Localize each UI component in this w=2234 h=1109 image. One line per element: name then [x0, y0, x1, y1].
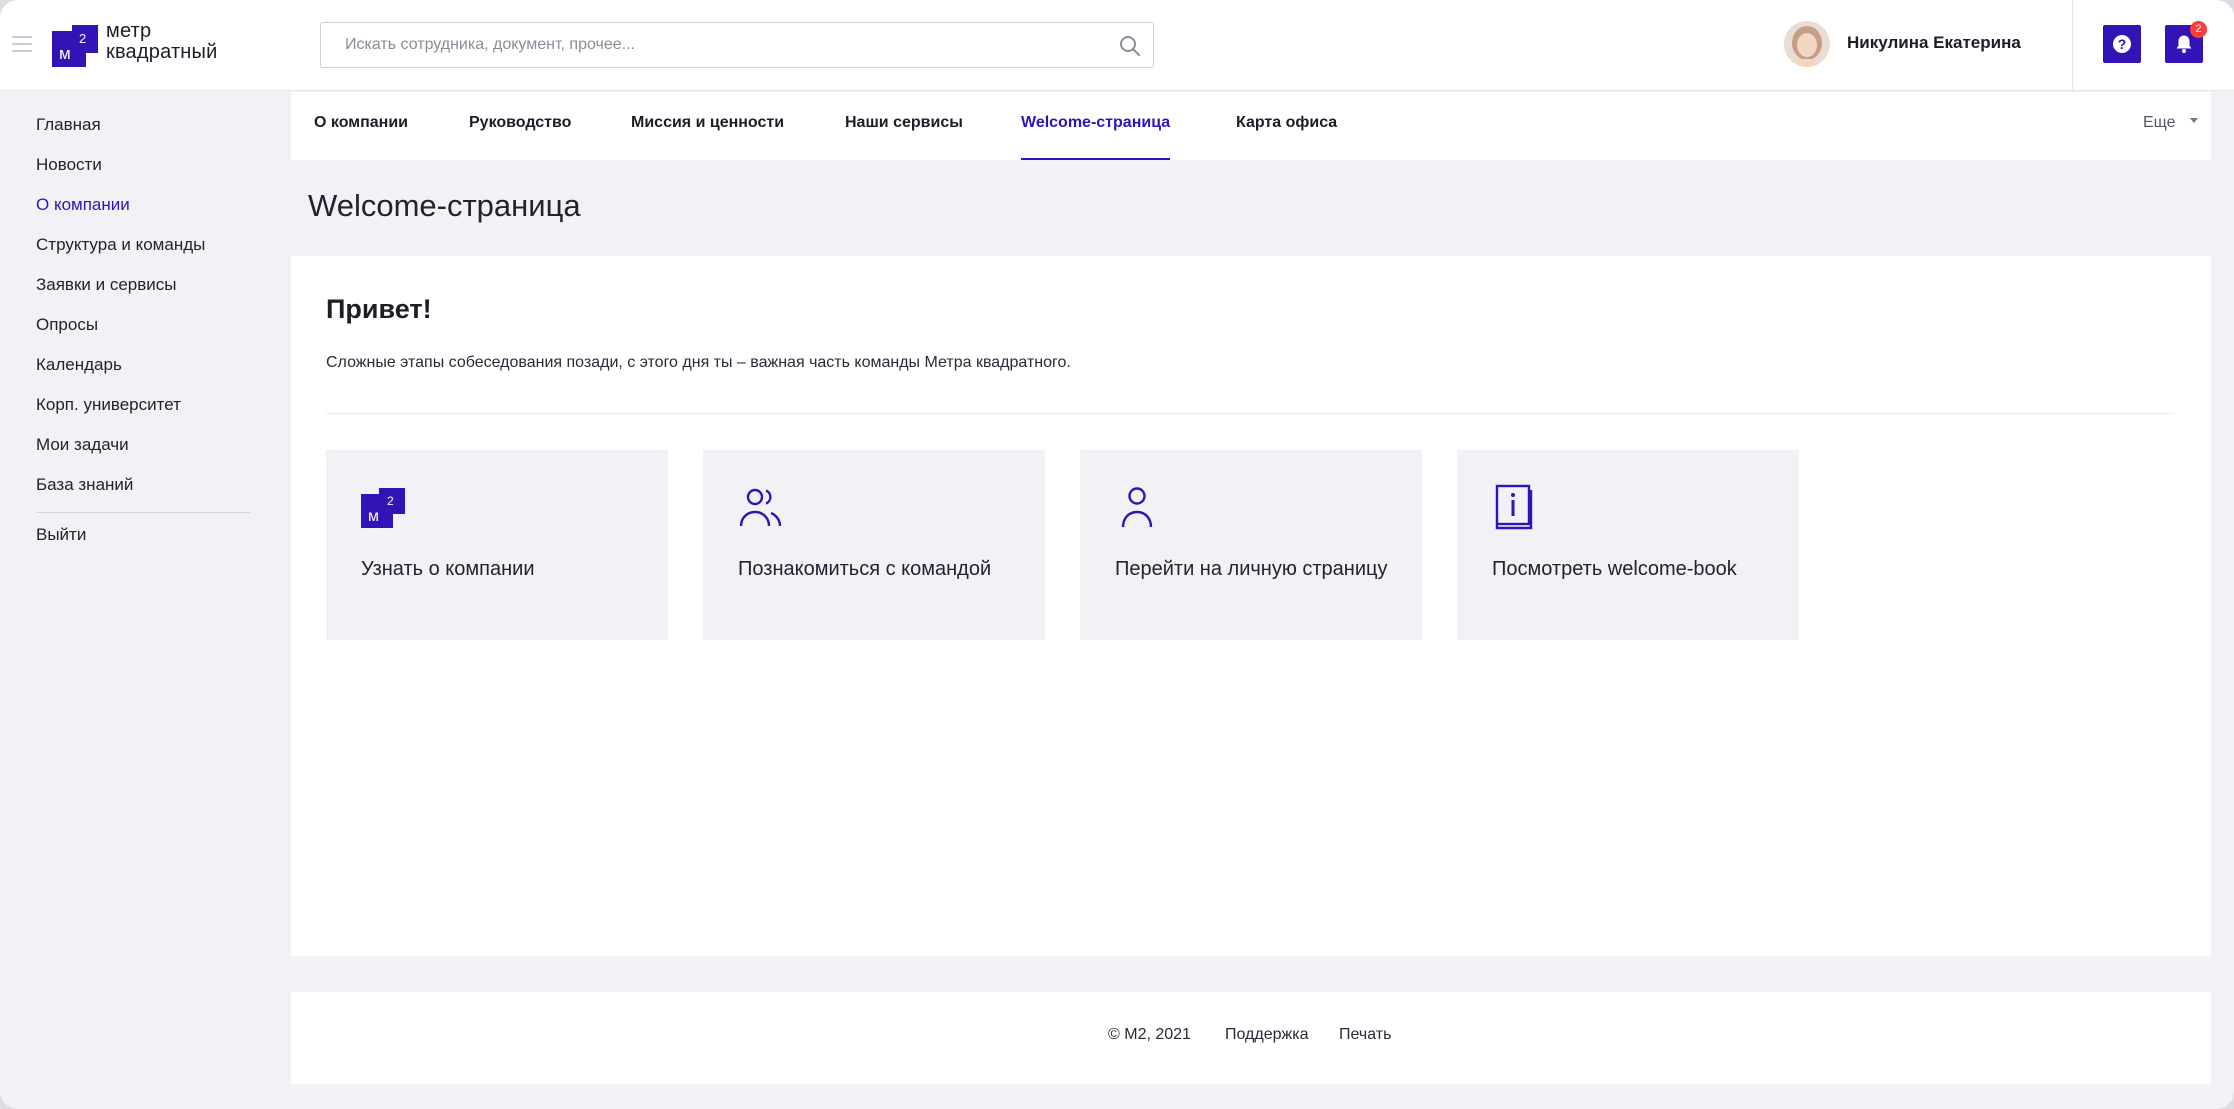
footer: © М2, 2021 Поддержка Печать: [291, 992, 2211, 1084]
sidebar: Главная Новости О компании Структура и к…: [0, 92, 290, 1109]
bell-icon: [2176, 35, 2192, 53]
section-tabs: О компании Руководство Миссия и ценности…: [291, 92, 2211, 160]
svg-text:?: ?: [2118, 36, 2127, 52]
sidebar-item-about[interactable]: О компании: [36, 195, 130, 215]
book-info-icon: [1495, 484, 1533, 530]
help-icon: ?: [2113, 35, 2131, 53]
greeting-heading: Привет!: [326, 294, 432, 324]
company-logo-icon[interactable]: м 2: [52, 25, 98, 67]
svg-text:2: 2: [79, 31, 86, 46]
logout-link[interactable]: Выйти: [36, 525, 86, 545]
svg-text:м: м: [368, 508, 379, 525]
user-icon: [1121, 487, 1153, 528]
copyright-text: © М2, 2021: [1108, 1026, 1191, 1043]
menu-icon[interactable]: [12, 36, 32, 52]
logo-text[interactable]: метр квадратный: [106, 21, 218, 63]
sidebar-item-surveys[interactable]: Опросы: [36, 315, 98, 335]
tile-about-company[interactable]: м 2 Узнать о компании: [326, 450, 668, 640]
tab-mission[interactable]: Миссия и ценности: [631, 114, 784, 160]
header-divider: [2072, 0, 2073, 91]
sidebar-item-tasks[interactable]: Мои задачи: [36, 435, 129, 455]
app-window: м 2 метр квадратный Никулина Екатерина: [0, 0, 2234, 1109]
tile-label: Познакомиться с командой: [738, 558, 992, 580]
logo-line-1: метр: [106, 20, 152, 42]
help-button[interactable]: ?: [2103, 25, 2141, 63]
notifications-button[interactable]: 2: [2165, 21, 2207, 63]
search-input[interactable]: [321, 23, 1153, 67]
card-divider: [326, 413, 2174, 414]
tile-personal-page[interactable]: Перейти на личную страницу: [1080, 450, 1422, 640]
more-label: Еще: [2143, 114, 2176, 131]
welcome-card: Привет! Сложные этапы собеседования поза…: [291, 256, 2211, 956]
avatar[interactable]: [1784, 21, 1830, 67]
page-title: Welcome-страница: [308, 188, 581, 223]
tab-management[interactable]: Руководство: [469, 114, 571, 160]
tile-label: Посмотреть welcome-book: [1492, 558, 1737, 580]
svg-text:м: м: [59, 44, 71, 63]
tile-label: Узнать о компании: [361, 558, 535, 580]
logo-line-2: квадратный: [106, 41, 218, 63]
intro-text: Сложные этапы собеседования позади, с эт…: [326, 354, 1071, 371]
tile-meet-team[interactable]: Познакомиться с командой: [703, 450, 1045, 640]
print-link[interactable]: Печать: [1339, 1026, 1391, 1044]
sidebar-item-structure[interactable]: Структура и команды: [36, 235, 205, 255]
tab-about[interactable]: О компании: [314, 114, 408, 160]
top-header: м 2 метр квадратный Никулина Екатерина: [0, 0, 2234, 91]
tab-services[interactable]: Наши сервисы: [845, 114, 963, 160]
sidebar-item-university[interactable]: Корп. университет: [36, 395, 181, 415]
sidebar-item-news[interactable]: Новости: [36, 155, 102, 175]
tab-office-map[interactable]: Карта офиса: [1236, 114, 1337, 160]
search-icon[interactable]: [1119, 35, 1141, 57]
sidebar-divider: [36, 512, 250, 513]
notification-badge: 2: [2190, 21, 2207, 38]
tile-welcome-book[interactable]: Посмотреть welcome-book: [1457, 450, 1799, 640]
more-dropdown[interactable]: Еще: [2143, 114, 2198, 132]
sidebar-item-knowledge[interactable]: База знаний: [36, 475, 133, 495]
tab-welcome[interactable]: Welcome-страница: [1021, 114, 1171, 160]
company-logo-icon: м 2: [361, 488, 405, 528]
tile-label: Перейти на личную страницу: [1115, 558, 1388, 580]
sidebar-item-home[interactable]: Главная: [36, 115, 101, 135]
caret-down-icon: [2189, 118, 2198, 124]
team-icon: [739, 488, 782, 527]
svg-text:2: 2: [387, 494, 394, 508]
sidebar-item-calendar[interactable]: Календарь: [36, 355, 122, 375]
search-box: [320, 22, 1154, 68]
user-name[interactable]: Никулина Екатерина: [1847, 33, 2021, 53]
sidebar-item-requests[interactable]: Заявки и сервисы: [36, 275, 177, 295]
support-link[interactable]: Поддержка: [1225, 1026, 1308, 1044]
